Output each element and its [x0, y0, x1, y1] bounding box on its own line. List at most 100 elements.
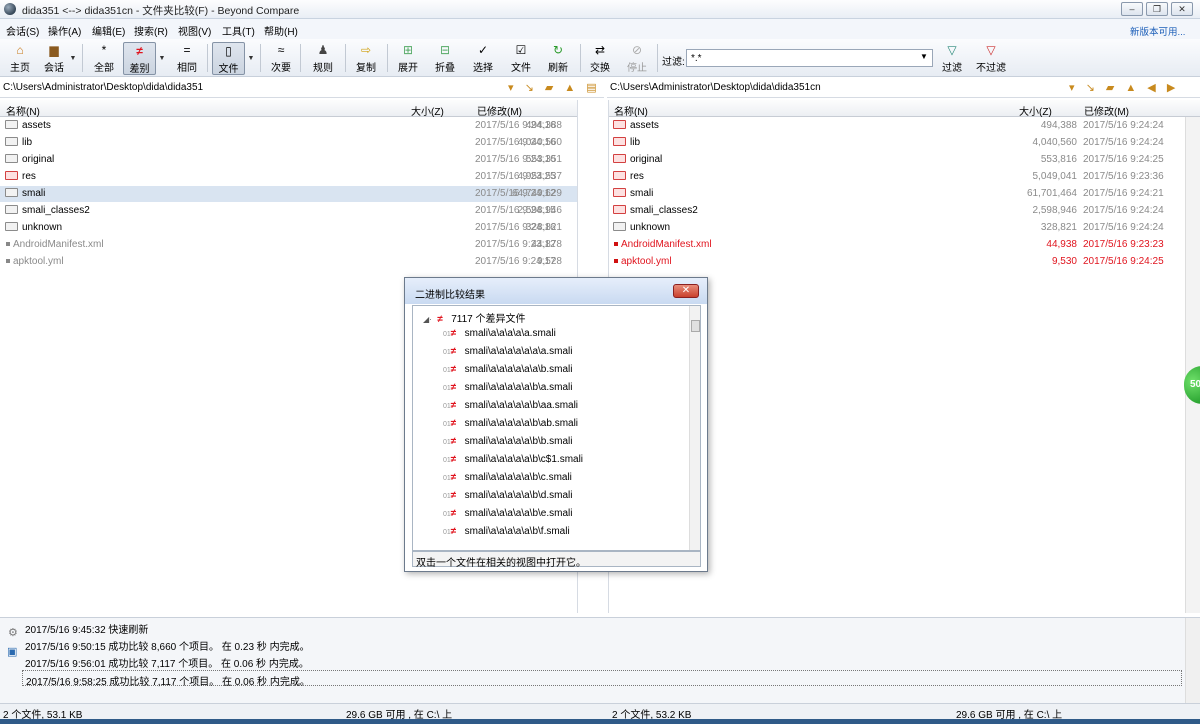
copy-button[interactable]: ⇨ 复制 — [352, 42, 380, 75]
show-same-button[interactable]: = 相同 — [172, 42, 202, 75]
show-all-button[interactable]: * 全部 — [89, 42, 119, 75]
table-row[interactable]: assets 494,388 2017/5/16 9:24:16 — [0, 118, 577, 134]
not-equal-icon: ≠ — [437, 314, 443, 325]
tree-item[interactable]: 01≠ smali\a\a\a\a\a\b\f.smali — [443, 526, 570, 537]
log-scrollbar[interactable] — [1185, 618, 1200, 704]
check-file-icon: ☑ — [515, 43, 527, 57]
folder-icon — [613, 188, 626, 197]
tree-item[interactable]: 01≠ smali\a\a\a\a\a\b\aa.smali — [443, 400, 578, 411]
menu-tools[interactable]: 工具(T) — [222, 23, 255, 38]
table-row[interactable]: smali_classes2 2,598,946 2017/5/16 9:24:24 — [609, 203, 1185, 219]
table-row[interactable]: AndroidManifest.xml 44,878 2017/5/16 9:23:… — [0, 237, 577, 253]
restore-button[interactable]: ❐ — [1146, 2, 1168, 16]
no-filters-button[interactable]: ▽ 不过滤 — [972, 42, 1010, 75]
session-button[interactable]: ▆ 会话 — [40, 42, 68, 75]
binary-file-icon: 01 — [443, 385, 451, 392]
tree-item[interactable]: 01≠ smali\a\a\a\a\a\a\a.smali — [443, 346, 572, 357]
diffs-dropdown[interactable]: ▼ — [157, 42, 167, 75]
table-row[interactable]: original 553,816 2017/5/16 9:24:25 — [609, 152, 1185, 168]
right-modified-header[interactable]: 已修改(M) — [1084, 103, 1129, 118]
table-row[interactable]: lib 4,040,560 2017/5/16 9:24:16 — [0, 135, 577, 151]
select-files-button[interactable]: ☑ 文件 — [506, 42, 536, 75]
separator — [387, 44, 388, 72]
minor-button[interactable]: ≈ 次要 — [267, 42, 295, 75]
refresh-button[interactable]: ↻ 刷新 — [543, 42, 573, 75]
tree-item[interactable]: 01≠ smali\a\a\a\a\a\b\b.smali — [443, 436, 572, 447]
tree-item[interactable]: 01≠ smali\a\a\a\a\a\b\a.smali — [443, 382, 572, 393]
dialog-status: 双击一个文件在相关的视图中打开它。 — [412, 551, 701, 569]
scroll-thumb[interactable] — [691, 320, 700, 332]
referee-icon: ♟ — [317, 43, 329, 57]
left-modified-header[interactable]: 已修改(M) — [477, 103, 522, 118]
rules-button[interactable]: ♟ 规则 — [308, 42, 338, 75]
show-diffs-button[interactable]: ≠ 差别 — [123, 42, 156, 75]
right-path-input[interactable]: C:\Users\Administrator\Desktop\dida\dida… — [610, 82, 821, 93]
right-name-header[interactable]: 名称(N) — [614, 103, 648, 118]
tree-item[interactable]: 01≠ smali\a\a\a\a\a\b\c$1.smali — [443, 454, 583, 465]
menu-edit[interactable]: 编辑(E) — [92, 23, 125, 38]
dialog-close-button[interactable]: ✕ — [673, 284, 699, 298]
new-version-link[interactable]: 新版本可用... — [1130, 24, 1185, 38]
table-row[interactable]: assets 494,388 2017/5/16 9:24:24 — [609, 118, 1185, 134]
separator — [657, 44, 658, 72]
left-name-header[interactable]: 名称(N) — [6, 103, 40, 118]
files-button[interactable]: ▯ 文件 — [212, 42, 245, 75]
menu-help[interactable]: 帮助(H) — [264, 23, 298, 38]
tree-item[interactable]: 01≠ smali\a\a\a\a\a\b\e.smali — [443, 508, 572, 519]
close-button[interactable]: ✕ — [1171, 2, 1193, 16]
table-row-selected[interactable]: smali 64,749,629 2017/5/16 9:24:12 — [0, 186, 577, 202]
select-button[interactable]: ✓ 选择 — [468, 42, 498, 75]
tree-item[interactable]: 01≠ smali\a\a\a\a\a\b\ab.smali — [443, 418, 578, 429]
table-row[interactable]: smali_classes2 2,598,946 2017/5/16 9:24:15 — [0, 203, 577, 219]
right-vertical-scrollbar[interactable] — [1185, 117, 1200, 613]
binary-file-icon: 01 — [443, 331, 451, 338]
table-row[interactable]: res 4,954,537 2017/5/16 9:23:25 — [0, 169, 577, 185]
table-row[interactable]: apktool.yml 9,528 2017/5/16 9:24:17 — [0, 254, 577, 270]
tree-item[interactable]: 01≠ smali\a\a\a\a\a\a\b.smali — [443, 364, 572, 375]
collapse-button[interactable]: ⊟ 折叠 — [430, 42, 460, 75]
tree-item[interactable]: 01≠ smali\a\a\a\a\a.smali — [443, 328, 556, 339]
binary-file-icon: 01 — [443, 457, 451, 464]
left-path-buttons[interactable]: ▾ ↘ ▰ ▲ ▤ — [508, 81, 601, 94]
menu-view[interactable]: 视图(V) — [178, 23, 211, 38]
log-save-icon[interactable]: ▣ — [7, 645, 17, 658]
swap-button[interactable]: ⇄ 交换 — [585, 42, 615, 75]
tree-item[interactable]: 01≠ smali\a\a\a\a\a\b\c.smali — [443, 472, 572, 483]
home-button[interactable]: ⌂ 主页 — [6, 42, 34, 75]
session-dropdown[interactable]: ▼ — [68, 42, 78, 75]
left-path-input[interactable]: C:\Users\Administrator\Desktop\dida\dida… — [3, 82, 203, 93]
minimize-button[interactable]: – — [1121, 2, 1143, 16]
file-bullet-icon — [614, 258, 618, 263]
menu-actions[interactable]: 操作(A) — [48, 23, 81, 38]
files-dropdown[interactable]: ▼ — [246, 42, 256, 75]
menu-session[interactable]: 会话(S) — [6, 23, 39, 38]
table-row[interactable]: AndroidManifest.xml 44,938 2017/5/16 9:23:… — [609, 237, 1185, 253]
left-size-header[interactable]: 大小(Z) — [411, 103, 444, 118]
table-row[interactable]: original 553,351 2017/5/16 9:24:16 — [0, 152, 577, 168]
folder-icon — [5, 188, 18, 197]
filter-input[interactable]: *.* — [686, 49, 933, 67]
equal-icon: = — [183, 43, 191, 57]
filter-dropdown-arrow[interactable]: ▼ — [920, 52, 928, 61]
log-gear-icon[interactable]: ⚙ — [8, 626, 18, 639]
table-row[interactable]: lib 4,040,560 2017/5/16 9:24:24 — [609, 135, 1185, 151]
table-row[interactable]: res 5,049,041 2017/5/16 9:23:36 — [609, 169, 1185, 185]
table-row[interactable]: smali 61,701,464 2017/5/16 9:24:21 — [609, 186, 1185, 202]
table-row[interactable]: unknown 328,821 2017/5/16 9:24:16 — [0, 220, 577, 236]
right-size-header[interactable]: 大小(Z) — [1019, 103, 1052, 118]
stop-button[interactable]: ⊘ 停止 — [622, 42, 652, 75]
filters-button[interactable]: ▽ 过滤 — [937, 42, 967, 75]
table-row[interactable]: unknown 328,821 2017/5/16 9:24:24 — [609, 220, 1185, 236]
folder-icon — [613, 120, 626, 129]
filter-label: 过滤: — [662, 57, 685, 68]
menu-search[interactable]: 搜索(R) — [134, 23, 168, 38]
dialog-scrollbar[interactable] — [689, 306, 700, 550]
expand-button[interactable]: ⊞ 展开 — [393, 42, 423, 75]
swap-icon: ⇄ — [594, 43, 606, 57]
collapse-arrow-icon[interactable]: ◢· — [423, 315, 432, 324]
tree-item[interactable]: 01≠ smali\a\a\a\a\a\b\d.smali — [443, 490, 572, 501]
table-row[interactable]: apktool.yml 9,530 2017/5/16 9:24:25 — [609, 254, 1185, 270]
tree-root[interactable]: ◢· ≠ 7117 个差异文件 — [423, 310, 526, 325]
right-path-buttons[interactable]: ▾ ↘ ▰ ▲ ◀ ▶ — [1069, 81, 1179, 94]
left-path-bar: C:\Users\Administrator\Desktop\dida\dida… — [0, 79, 604, 98]
